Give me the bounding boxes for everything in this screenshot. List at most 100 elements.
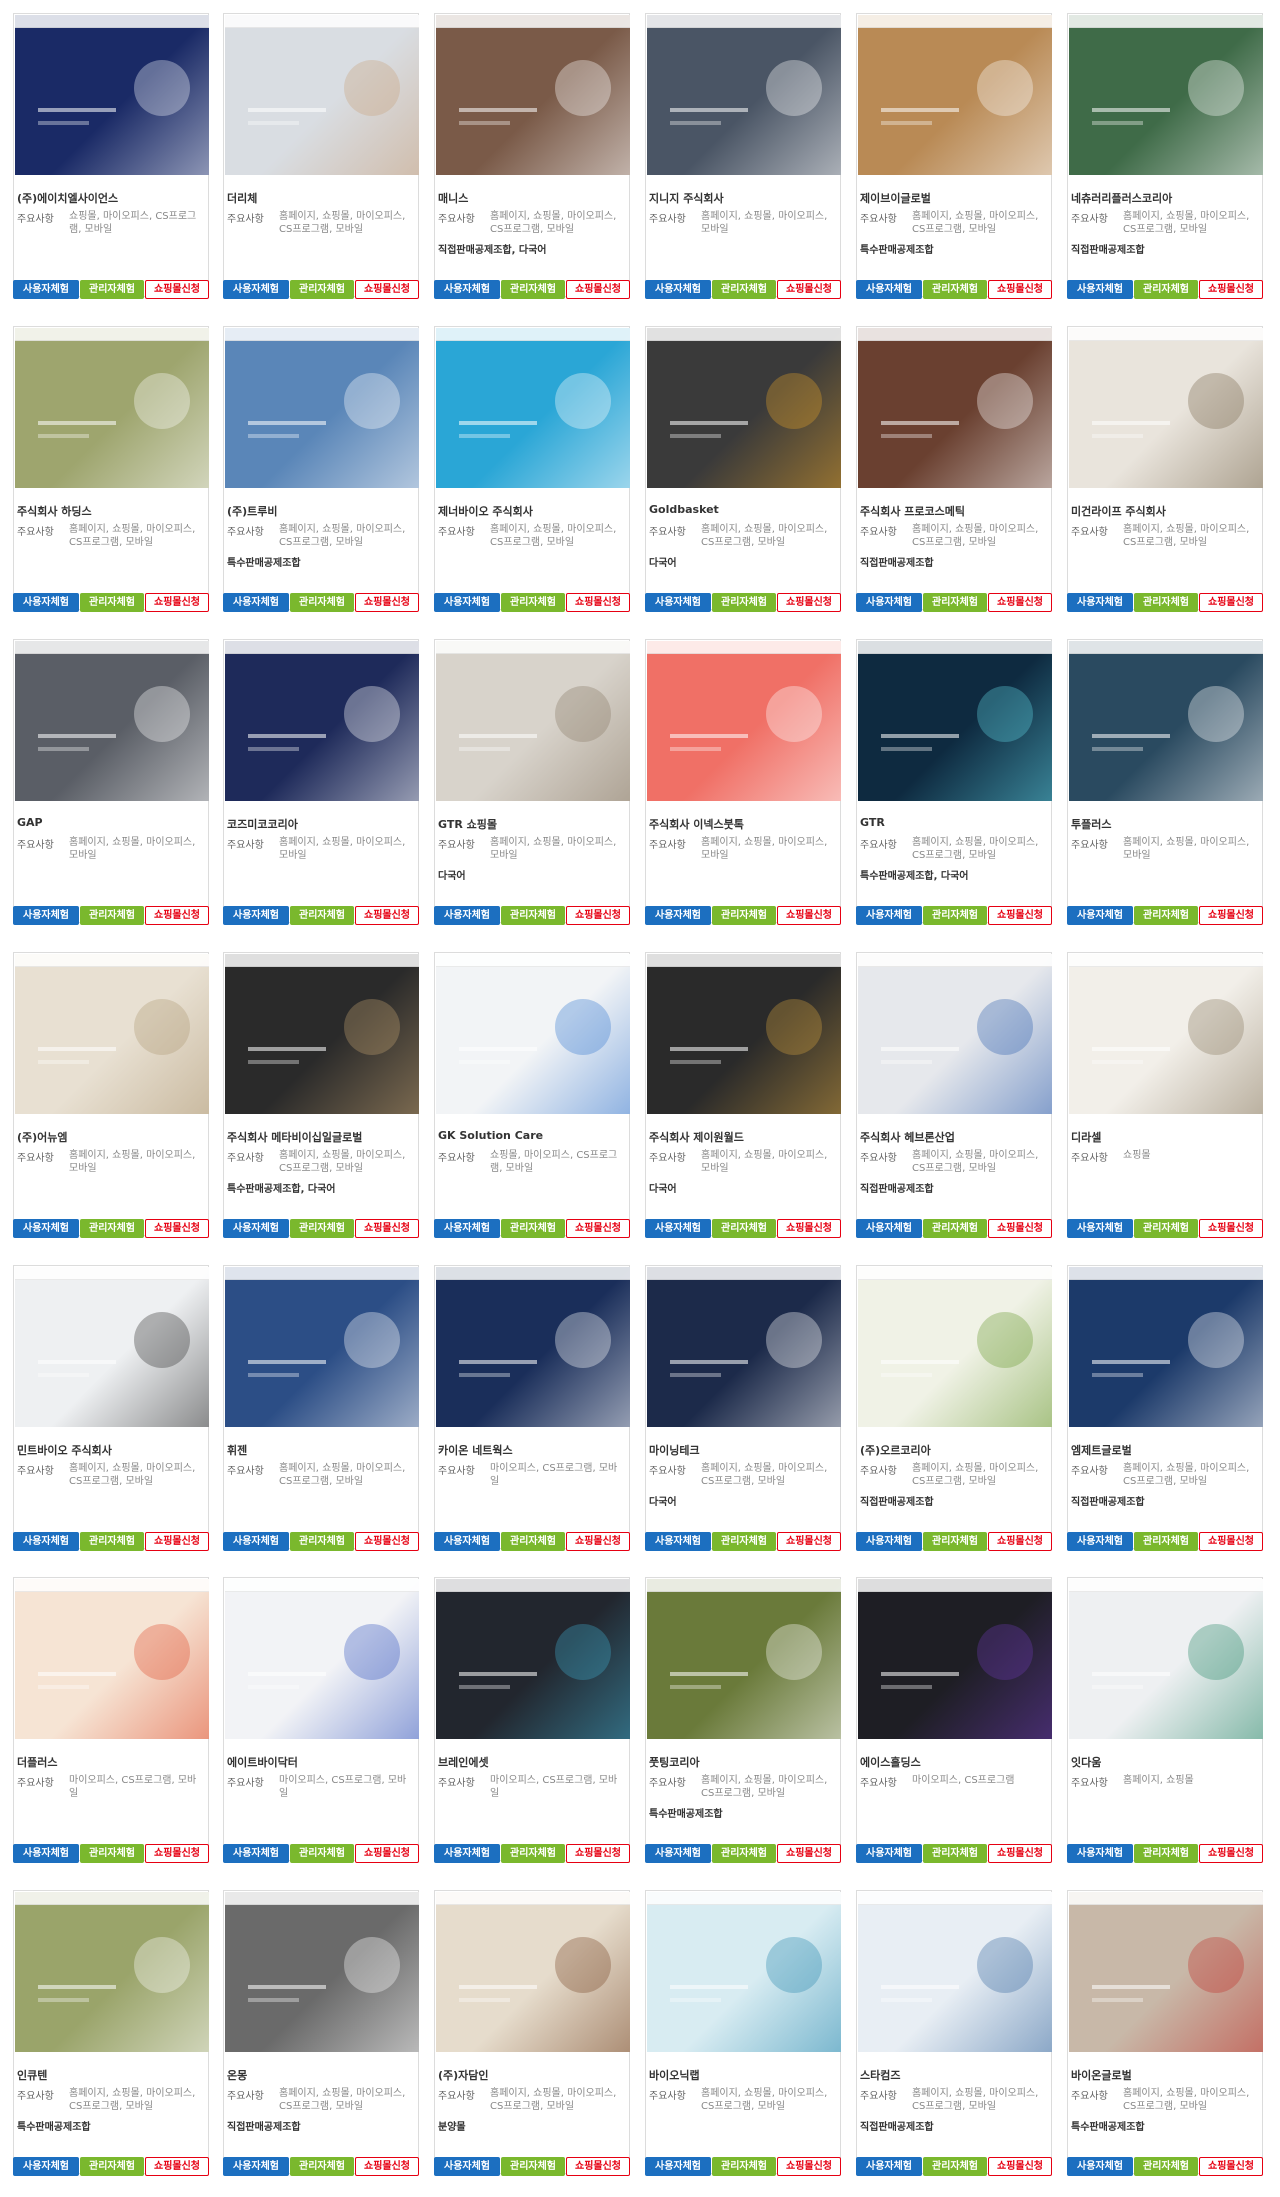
user-trial-button[interactable]: 사용자체험 xyxy=(1067,1844,1133,1863)
admin-trial-button[interactable]: 관리자체험 xyxy=(80,1844,144,1863)
site-thumbnail[interactable] xyxy=(647,1267,841,1427)
user-trial-button[interactable]: 사용자체험 xyxy=(1067,2157,1133,2176)
site-thumbnail[interactable] xyxy=(1069,954,1263,1114)
site-thumbnail[interactable] xyxy=(15,328,209,488)
admin-trial-button[interactable]: 관리자체험 xyxy=(923,1844,987,1863)
shop-apply-button[interactable]: 쇼핑몰신청 xyxy=(988,1844,1052,1863)
user-trial-button[interactable]: 사용자체험 xyxy=(13,1219,79,1238)
site-thumbnail[interactable] xyxy=(1069,328,1263,488)
site-thumbnail[interactable] xyxy=(225,15,419,175)
shop-apply-button[interactable]: 쇼핑몰신청 xyxy=(566,906,630,925)
shop-apply-button[interactable]: 쇼핑몰신청 xyxy=(145,906,209,925)
site-thumbnail[interactable] xyxy=(858,1892,1052,2052)
site-thumbnail[interactable] xyxy=(1069,1892,1263,2052)
user-trial-button[interactable]: 사용자체험 xyxy=(645,1219,711,1238)
user-trial-button[interactable]: 사용자체험 xyxy=(1067,1219,1133,1238)
shop-apply-button[interactable]: 쇼핑몰신청 xyxy=(355,593,419,612)
site-thumbnail[interactable] xyxy=(225,1267,419,1427)
user-trial-button[interactable]: 사용자체험 xyxy=(1067,1532,1133,1551)
user-trial-button[interactable]: 사용자체험 xyxy=(434,1532,500,1551)
user-trial-button[interactable]: 사용자체험 xyxy=(1067,280,1133,299)
admin-trial-button[interactable]: 관리자체험 xyxy=(290,280,354,299)
admin-trial-button[interactable]: 관리자체험 xyxy=(712,1532,776,1551)
admin-trial-button[interactable]: 관리자체험 xyxy=(1134,1532,1198,1551)
user-trial-button[interactable]: 사용자체험 xyxy=(13,1844,79,1863)
shop-apply-button[interactable]: 쇼핑몰신청 xyxy=(355,1532,419,1551)
admin-trial-button[interactable]: 관리자체험 xyxy=(923,2157,987,2176)
site-thumbnail[interactable] xyxy=(858,1267,1052,1427)
site-thumbnail[interactable] xyxy=(647,1892,841,2052)
shop-apply-button[interactable]: 쇼핑몰신청 xyxy=(777,1219,841,1238)
user-trial-button[interactable]: 사용자체험 xyxy=(645,593,711,612)
site-thumbnail[interactable] xyxy=(436,641,630,801)
site-thumbnail[interactable] xyxy=(1069,641,1263,801)
shop-apply-button[interactable]: 쇼핑몰신청 xyxy=(988,593,1052,612)
user-trial-button[interactable]: 사용자체험 xyxy=(856,906,922,925)
shop-apply-button[interactable]: 쇼핑몰신청 xyxy=(566,2157,630,2176)
admin-trial-button[interactable]: 관리자체험 xyxy=(712,1844,776,1863)
shop-apply-button[interactable]: 쇼핑몰신청 xyxy=(988,906,1052,925)
user-trial-button[interactable]: 사용자체험 xyxy=(645,1844,711,1863)
site-thumbnail[interactable] xyxy=(15,15,209,175)
admin-trial-button[interactable]: 관리자체험 xyxy=(923,906,987,925)
shop-apply-button[interactable]: 쇼핑몰신청 xyxy=(566,280,630,299)
admin-trial-button[interactable]: 관리자체험 xyxy=(290,2157,354,2176)
shop-apply-button[interactable]: 쇼핑몰신청 xyxy=(566,1532,630,1551)
admin-trial-button[interactable]: 관리자체험 xyxy=(290,1844,354,1863)
site-thumbnail[interactable] xyxy=(858,15,1052,175)
shop-apply-button[interactable]: 쇼핑몰신청 xyxy=(777,593,841,612)
site-thumbnail[interactable] xyxy=(647,328,841,488)
admin-trial-button[interactable]: 관리자체험 xyxy=(290,906,354,925)
shop-apply-button[interactable]: 쇼핑몰신청 xyxy=(1199,1219,1263,1238)
shop-apply-button[interactable]: 쇼핑몰신청 xyxy=(1199,906,1263,925)
user-trial-button[interactable]: 사용자체험 xyxy=(1067,906,1133,925)
admin-trial-button[interactable]: 관리자체험 xyxy=(80,1532,144,1551)
site-thumbnail[interactable] xyxy=(436,1892,630,2052)
user-trial-button[interactable]: 사용자체험 xyxy=(434,906,500,925)
user-trial-button[interactable]: 사용자체험 xyxy=(223,2157,289,2176)
site-thumbnail[interactable] xyxy=(15,954,209,1114)
shop-apply-button[interactable]: 쇼핑몰신청 xyxy=(1199,280,1263,299)
shop-apply-button[interactable]: 쇼핑몰신청 xyxy=(777,1532,841,1551)
user-trial-button[interactable]: 사용자체험 xyxy=(13,2157,79,2176)
admin-trial-button[interactable]: 관리자체험 xyxy=(923,593,987,612)
admin-trial-button[interactable]: 관리자체험 xyxy=(290,1219,354,1238)
site-thumbnail[interactable] xyxy=(858,954,1052,1114)
user-trial-button[interactable]: 사용자체험 xyxy=(13,593,79,612)
site-thumbnail[interactable] xyxy=(858,641,1052,801)
site-thumbnail[interactable] xyxy=(858,328,1052,488)
admin-trial-button[interactable]: 관리자체험 xyxy=(923,1219,987,1238)
site-thumbnail[interactable] xyxy=(436,1267,630,1427)
user-trial-button[interactable]: 사용자체험 xyxy=(434,593,500,612)
user-trial-button[interactable]: 사용자체험 xyxy=(223,280,289,299)
shop-apply-button[interactable]: 쇼핑몰신청 xyxy=(566,593,630,612)
site-thumbnail[interactable] xyxy=(858,1579,1052,1739)
shop-apply-button[interactable]: 쇼핑몰신청 xyxy=(777,280,841,299)
admin-trial-button[interactable]: 관리자체험 xyxy=(501,1219,565,1238)
user-trial-button[interactable]: 사용자체험 xyxy=(1067,593,1133,612)
shop-apply-button[interactable]: 쇼핑몰신청 xyxy=(145,1532,209,1551)
admin-trial-button[interactable]: 관리자체험 xyxy=(80,1219,144,1238)
user-trial-button[interactable]: 사용자체험 xyxy=(856,1532,922,1551)
site-thumbnail[interactable] xyxy=(1069,15,1263,175)
shop-apply-button[interactable]: 쇼핑몰신청 xyxy=(988,280,1052,299)
user-trial-button[interactable]: 사용자체험 xyxy=(856,280,922,299)
admin-trial-button[interactable]: 관리자체험 xyxy=(923,280,987,299)
site-thumbnail[interactable] xyxy=(647,641,841,801)
user-trial-button[interactable]: 사용자체험 xyxy=(434,2157,500,2176)
shop-apply-button[interactable]: 쇼핑몰신청 xyxy=(145,593,209,612)
user-trial-button[interactable]: 사용자체험 xyxy=(223,1219,289,1238)
admin-trial-button[interactable]: 관리자체험 xyxy=(1134,2157,1198,2176)
shop-apply-button[interactable]: 쇼핑몰신청 xyxy=(145,1844,209,1863)
site-thumbnail[interactable] xyxy=(647,15,841,175)
user-trial-button[interactable]: 사용자체험 xyxy=(434,1844,500,1863)
admin-trial-button[interactable]: 관리자체험 xyxy=(1134,906,1198,925)
shop-apply-button[interactable]: 쇼핑몰신청 xyxy=(355,1219,419,1238)
admin-trial-button[interactable]: 관리자체험 xyxy=(1134,1844,1198,1863)
admin-trial-button[interactable]: 관리자체험 xyxy=(712,280,776,299)
user-trial-button[interactable]: 사용자체험 xyxy=(856,2157,922,2176)
shop-apply-button[interactable]: 쇼핑몰신청 xyxy=(777,2157,841,2176)
site-thumbnail[interactable] xyxy=(15,1579,209,1739)
site-thumbnail[interactable] xyxy=(15,1267,209,1427)
user-trial-button[interactable]: 사용자체험 xyxy=(223,593,289,612)
